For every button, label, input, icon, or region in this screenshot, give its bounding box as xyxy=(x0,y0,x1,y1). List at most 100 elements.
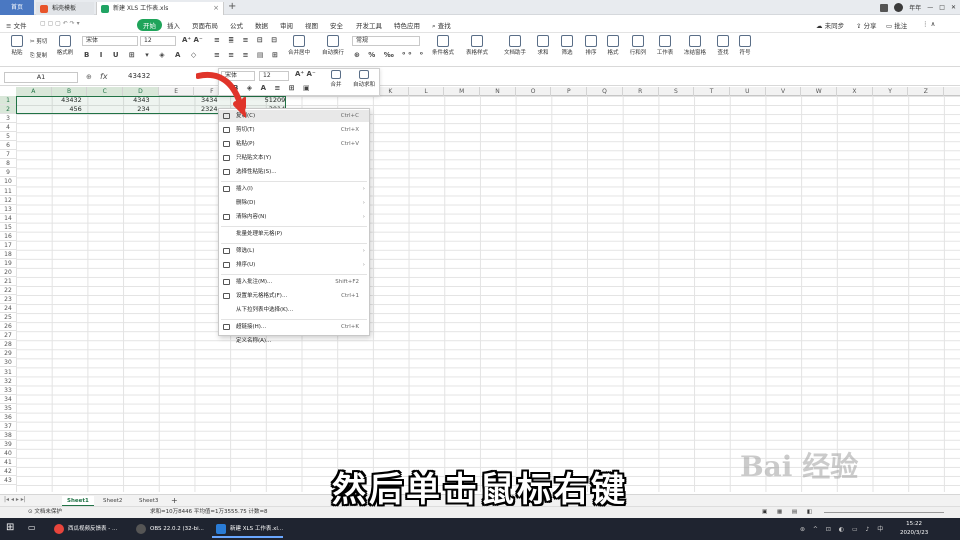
column-header[interactable]: T xyxy=(694,87,730,96)
context-menu-item[interactable]: 只粘贴文本(Y) xyxy=(219,152,369,164)
row-header[interactable]: 25 xyxy=(0,313,16,323)
font-style-buttons[interactable]: B I U ⊞ ▾ ◈ A ◇ xyxy=(84,51,200,59)
row-header[interactable]: 21 xyxy=(0,277,16,286)
column-header[interactable]: Q xyxy=(587,87,623,96)
context-menu-item[interactable]: 删除(D) › xyxy=(219,197,369,209)
paste-button[interactable]: 粘贴 xyxy=(4,35,30,56)
row-header[interactable]: 36 xyxy=(0,413,16,422)
sync-status[interactable]: ☁ 未同步 xyxy=(816,20,844,30)
tab-home[interactable]: 首页 xyxy=(0,0,34,15)
row-header[interactable]: 5 xyxy=(0,132,16,142)
row-header[interactable]: 6 xyxy=(0,141,16,151)
font-grow-icon[interactable]: A⁺ A⁻ xyxy=(182,36,203,44)
context-menu-item[interactable]: 筛选(L) › xyxy=(219,245,369,257)
sum-button[interactable]: 求和 xyxy=(530,35,556,56)
row-header[interactable]: 26 xyxy=(0,322,16,332)
column-header[interactable]: W xyxy=(801,87,838,96)
merge-center-button[interactable]: 合并居中 xyxy=(284,35,314,56)
row-header[interactable]: 31 xyxy=(0,368,16,377)
font-select[interactable]: 宋体 xyxy=(82,36,138,46)
context-menu-item[interactable]: 从下拉列表中选择(K)... xyxy=(219,304,369,316)
view-mode-icons[interactable]: ▣ ▦ ▤ ◧ xyxy=(762,507,816,518)
context-menu-item[interactable]: 定义名称(A)... xyxy=(219,335,369,347)
filter-button[interactable]: 筛选 xyxy=(554,35,580,56)
number-format-buttons[interactable]: ⊛ % ‰ ⁰⁰ ⁰ xyxy=(354,51,426,59)
context-menu-item[interactable]: 设置单元格格式(F)... Ctrl+1 xyxy=(219,290,369,302)
avatar[interactable] xyxy=(894,3,904,12)
table-style-button[interactable]: 表格样式 xyxy=(462,35,492,56)
row-header[interactable]: 1 xyxy=(0,96,16,105)
menu-item-formula[interactable]: 公式 xyxy=(230,20,243,30)
row-header[interactable]: 24 xyxy=(0,304,16,314)
column-header[interactable]: U xyxy=(730,87,766,96)
conditional-format-button[interactable]: 条件格式 xyxy=(428,35,458,56)
menu-item-page-layout[interactable]: 页面布局 xyxy=(192,20,218,30)
file-menu[interactable]: ≡ 文件 xyxy=(6,20,27,30)
taskbar-item-browser[interactable]: 西瓜视频反馈表 - ... xyxy=(50,520,117,538)
column-header[interactable]: P xyxy=(552,87,588,96)
minimize-icon[interactable]: — xyxy=(927,4,933,11)
row-header[interactable]: 37 xyxy=(0,422,16,431)
column-header[interactable]: B xyxy=(51,87,88,96)
share-button[interactable]: ⇪ 分享 xyxy=(856,20,877,30)
menu-item-insert[interactable]: 插入 xyxy=(167,20,180,30)
row-header[interactable]: 9 xyxy=(0,168,16,178)
column-header[interactable]: D xyxy=(123,87,159,96)
align-buttons-2[interactable]: ≡ ≡ ≡ ▤ ⊞ xyxy=(214,51,281,59)
row-header[interactable]: 16 xyxy=(0,232,16,241)
format-button[interactable]: 格式 xyxy=(600,35,626,56)
row-header[interactable]: 43 xyxy=(0,476,16,486)
cell-area[interactable]: 43432434334345120945623423243014 xyxy=(16,96,960,492)
row-header[interactable]: 8 xyxy=(0,159,16,169)
row-header[interactable]: 17 xyxy=(0,241,16,250)
sheet-tab-3[interactable]: Sheet3 xyxy=(134,496,163,506)
row-header[interactable]: 19 xyxy=(0,259,16,268)
search-menu[interactable]: ⌕ 查找 xyxy=(432,20,451,31)
comment-button[interactable]: ▭ 批注 xyxy=(886,20,907,30)
row-header[interactable]: 33 xyxy=(0,386,16,395)
protect-status[interactable]: ⊙ 文档未保护 xyxy=(28,507,62,518)
formula-input[interactable]: 43432 xyxy=(128,72,150,80)
maximize-icon[interactable]: □ xyxy=(939,4,945,11)
menu-item-home[interactable]: 开始 xyxy=(137,19,162,31)
context-menu-item[interactable]: 选择性粘贴(S)... xyxy=(219,166,369,178)
taskbar-item-wps[interactable]: 新建 XLS 工作表.xl... xyxy=(212,520,284,538)
context-menu-item[interactable]: 清除内容(N) › xyxy=(219,211,369,223)
row-header[interactable]: 41 xyxy=(0,458,16,467)
row-header[interactable]: 13 xyxy=(0,205,16,214)
row-header[interactable]: 29 xyxy=(0,349,16,359)
row-header[interactable]: 2 xyxy=(0,105,16,115)
zoom-icon[interactable]: ⊕ xyxy=(86,73,92,81)
column-header[interactable]: A xyxy=(16,87,52,96)
mini-font-grow-icon[interactable]: A⁺ A⁻ xyxy=(295,70,316,78)
column-header[interactable]: S xyxy=(659,87,695,96)
add-sheet-button[interactable]: + xyxy=(166,496,183,506)
row-header[interactable]: 10 xyxy=(0,177,16,187)
column-header[interactable]: O xyxy=(516,87,552,96)
column-header[interactable]: V xyxy=(766,87,802,96)
tray-icons[interactable]: ⊛ ^ ⊡ ◐ ▭ ♪ 中 xyxy=(800,524,886,533)
context-menu-item[interactable]: 排序(U) › xyxy=(219,259,369,271)
row-header[interactable]: 40 xyxy=(0,449,16,458)
align-buttons[interactable]: ≡ ≣ ≡ ⊟ ⊟ xyxy=(214,36,280,44)
column-header[interactable]: M xyxy=(444,87,481,96)
close-tab-icon[interactable]: × xyxy=(213,2,219,15)
context-menu-item[interactable]: 批量处理单元格(P) xyxy=(219,228,369,240)
column-header[interactable]: E xyxy=(159,87,195,96)
row-header[interactable]: 28 xyxy=(0,340,16,350)
row-header[interactable]: 42 xyxy=(0,467,16,477)
row-header[interactable]: 22 xyxy=(0,286,16,296)
row-header[interactable]: 30 xyxy=(0,358,16,368)
menu-item-security[interactable]: 安全 xyxy=(330,20,343,30)
rows-cols-button[interactable]: 行和列 xyxy=(624,35,652,56)
column-header[interactable]: X xyxy=(837,87,873,96)
menu-item-data[interactable]: 数据 xyxy=(255,20,268,30)
row-header[interactable]: 4 xyxy=(0,123,16,133)
context-menu-item[interactable]: 插入(I) › xyxy=(219,183,369,195)
menu-item-developer[interactable]: 开发工具 xyxy=(356,20,382,30)
row-header[interactable]: 7 xyxy=(0,150,16,160)
row-header[interactable]: 15 xyxy=(0,223,16,232)
cut-button[interactable]: ✂ 剪切 xyxy=(30,37,47,45)
new-tab-button[interactable]: + xyxy=(228,1,236,12)
row-header[interactable]: 35 xyxy=(0,404,16,413)
